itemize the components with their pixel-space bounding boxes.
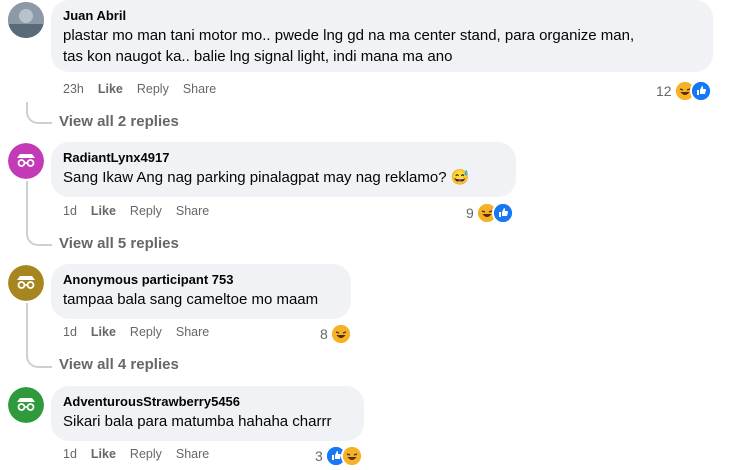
avatar[interactable] (8, 265, 44, 301)
comment-text-line: plastar mo man tani motor mo.. pwede lng… (63, 27, 635, 44)
comment-text: Sang Ikaw Ang nag parking pinalagpat may… (63, 169, 470, 186)
timestamp[interactable]: 23h (63, 82, 84, 96)
timestamp[interactable]: 1d (63, 325, 77, 339)
comment-text: plastar mo man tani motor mo.. pwede lng… (63, 25, 701, 67)
avatar[interactable] (8, 387, 44, 423)
comment-actions: 23h Like Reply Share (63, 82, 230, 96)
reply-button[interactable]: Reply (137, 82, 169, 96)
timestamp[interactable]: 1d (63, 447, 77, 461)
view-replies-link[interactable]: View all 2 replies (59, 113, 179, 130)
thread-line (26, 181, 28, 224)
share-button[interactable]: Share (176, 325, 209, 339)
thread-connector (26, 346, 52, 368)
timestamp[interactable]: 1d (63, 204, 77, 218)
share-button[interactable]: Share (176, 204, 209, 218)
comment-author[interactable]: AdventurousStrawberry5456 (63, 393, 352, 410)
comment-author[interactable]: RadiantLynx4917 (63, 149, 504, 166)
comment-text-line: tas kon naugot ka.. balie lng signal lig… (63, 48, 453, 65)
comment-bubble: Anonymous participant 753 tampaa bala sa… (51, 264, 351, 319)
comment-bubble: RadiantLynx4917 Sang Ikaw Ang nag parkin… (51, 142, 516, 197)
comment-author[interactable]: Juan Abril (63, 7, 701, 24)
reaction-count: 12 (656, 83, 672, 99)
like-button[interactable]: Like (91, 325, 116, 339)
comment-actions: 1d Like Reply Share (63, 204, 223, 218)
like-button[interactable]: Like (91, 447, 116, 461)
avatar[interactable] (8, 2, 44, 38)
view-replies-link[interactable]: View all 5 replies (59, 235, 179, 252)
reaction-count: 3 (315, 448, 323, 464)
thread-connector (26, 102, 52, 124)
share-button[interactable]: Share (176, 447, 209, 461)
reaction-summary[interactable]: 3 (315, 445, 363, 467)
reaction-count: 9 (466, 205, 474, 221)
reaction-summary[interactable]: 12 (656, 80, 712, 102)
like-reaction-icon (689, 80, 712, 102)
like-button[interactable]: Like (91, 204, 116, 218)
reply-button[interactable]: Reply (130, 325, 162, 339)
like-button[interactable]: Like (98, 82, 123, 96)
share-button[interactable]: Share (183, 82, 216, 96)
like-reaction-icon (491, 202, 514, 224)
reaction-count: 8 (320, 326, 328, 342)
haha-reaction-icon (329, 323, 352, 345)
view-replies-link[interactable]: View all 4 replies (59, 356, 179, 373)
haha-reaction-icon (340, 445, 363, 467)
comment-bubble: Juan Abril plastar mo man tani motor mo.… (51, 0, 713, 72)
avatar[interactable] (8, 143, 44, 179)
reaction-summary[interactable]: 9 (466, 202, 514, 224)
comment-text: tampaa bala sang cameltoe mo maam (63, 291, 319, 308)
comment-actions: 1d Like Reply Share (63, 447, 223, 461)
reply-button[interactable]: Reply (130, 447, 162, 461)
comment-actions: 1d Like Reply Share (63, 325, 223, 339)
reply-button[interactable]: Reply (130, 204, 162, 218)
reaction-summary[interactable]: 8 (320, 323, 352, 345)
thread-connector (26, 224, 52, 246)
comment-text: Sikari bala para matumba hahaha charrr (63, 413, 332, 430)
thread-line (26, 303, 28, 346)
comment-bubble: AdventurousStrawberry5456 Sikari bala pa… (51, 386, 364, 441)
comment-author[interactable]: Anonymous participant 753 (63, 271, 339, 288)
